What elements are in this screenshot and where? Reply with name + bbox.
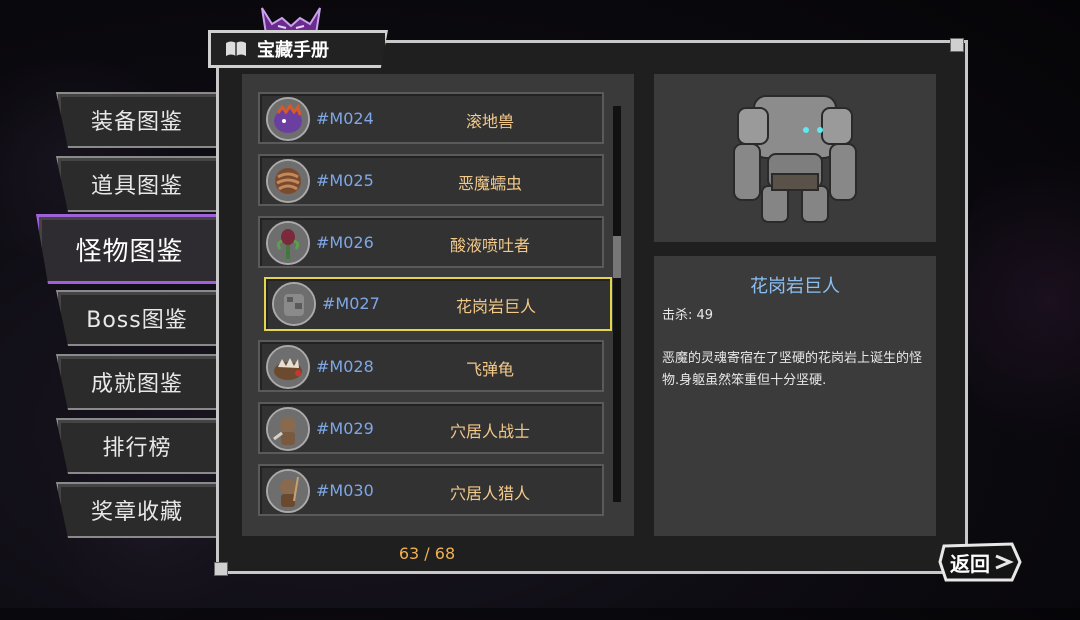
rock-golem-avatar-icon: [272, 282, 316, 326]
monster-list-row[interactable]: #M029 穴居人战士: [258, 402, 604, 454]
book-icon: [226, 41, 246, 56]
back-button-label: 返回: [950, 552, 990, 576]
panel-corner-ornament: [950, 38, 964, 52]
list-scrollbar-track[interactable]: [613, 106, 621, 502]
menu-item-label: 奖章收藏: [90, 500, 183, 525]
monster-list-row[interactable]: #M025 恶魔蠕虫: [258, 154, 604, 206]
menu-item-items[interactable]: 道具图鉴: [56, 156, 216, 212]
purple-beast-avatar-icon: [266, 97, 310, 141]
menu-item-label: Boss图鉴: [86, 308, 188, 333]
background-decoration: [960, 120, 1080, 480]
monster-name: 穴居人战士: [449, 422, 530, 441]
menu-item-monsters[interactable]: 怪物图鉴: [36, 214, 220, 284]
monster-detail-name: 花岗岩巨人: [750, 276, 840, 297]
worm-avatar-icon: [266, 159, 310, 203]
panel-title: 宝藏手册: [257, 40, 329, 61]
monster-code: #M025: [316, 171, 374, 190]
monster-code: #M030: [316, 481, 374, 500]
menu-item-label: 装备图鉴: [90, 110, 183, 135]
menu-item-achievements[interactable]: 成就图鉴: [56, 354, 216, 410]
panel-title-tab: 宝藏手册: [208, 30, 388, 68]
turtle-avatar-icon: [266, 345, 310, 389]
monster-list-row[interactable]: #M030 穴居人猎人: [258, 464, 604, 516]
monster-name: 飞弹龟: [465, 360, 514, 379]
monster-list-row-selected[interactable]: #M027 花岗岩巨人: [264, 277, 612, 331]
list-scrollbar-thumb[interactable]: [613, 236, 621, 278]
monster-info-panel: 花岗岩巨人 击杀: 49 恶魔的灵魂寄宿在了坚硬的花岗岩上诞生的怪物.身躯虽然笨…: [654, 256, 936, 536]
monster-name: 滚地兽: [465, 112, 514, 131]
monster-preview: [654, 74, 936, 242]
monster-code: #M026: [316, 233, 374, 252]
monster-code: #M028: [316, 357, 374, 376]
monster-code: #M029: [316, 419, 374, 438]
monster-list-row[interactable]: #M024 滚地兽: [258, 92, 604, 144]
monster-code: #M024: [316, 109, 374, 128]
monster-name: 穴居人猎人: [449, 484, 530, 503]
menu-item-label: 成就图鉴: [90, 372, 183, 397]
menu-item-medals[interactable]: 奖章收藏: [56, 482, 216, 538]
monster-code: #M027: [322, 294, 380, 313]
menu-item-leaderboard[interactable]: 排行榜: [56, 418, 216, 474]
monster-name: 花岗岩巨人: [455, 297, 536, 316]
menu-item-label: 排行榜: [102, 436, 172, 461]
kill-count: 击杀: 49: [662, 308, 714, 323]
panel-corner-ornament: [214, 562, 228, 576]
monster-list-row[interactable]: #M028 飞弹龟: [258, 340, 604, 392]
menu-item-label: 怪物图鉴: [75, 236, 184, 267]
rock-golem-illustration: [733, 95, 857, 223]
monster-name: 恶魔蠕虫: [457, 174, 522, 193]
menu-item-label: 道具图鉴: [90, 174, 183, 199]
monster-list-row[interactable]: #M026 酸液喷吐者: [258, 216, 604, 268]
monster-description: 恶魔的灵魂寄宿在了坚硬的花岗岩上诞生的怪物.身躯虽然笨重但十分坚硬.: [662, 351, 923, 388]
monster-name: 酸液喷吐者: [449, 236, 530, 255]
menu-item-boss[interactable]: Boss图鉴: [56, 290, 216, 346]
caveman-hunter-avatar-icon: [266, 469, 310, 513]
caveman-warrior-avatar-icon: [266, 407, 310, 451]
menu-item-equipment[interactable]: 装备图鉴: [56, 92, 216, 148]
page-counter: 63 / 68: [398, 544, 456, 563]
plant-avatar-icon: [266, 221, 310, 265]
